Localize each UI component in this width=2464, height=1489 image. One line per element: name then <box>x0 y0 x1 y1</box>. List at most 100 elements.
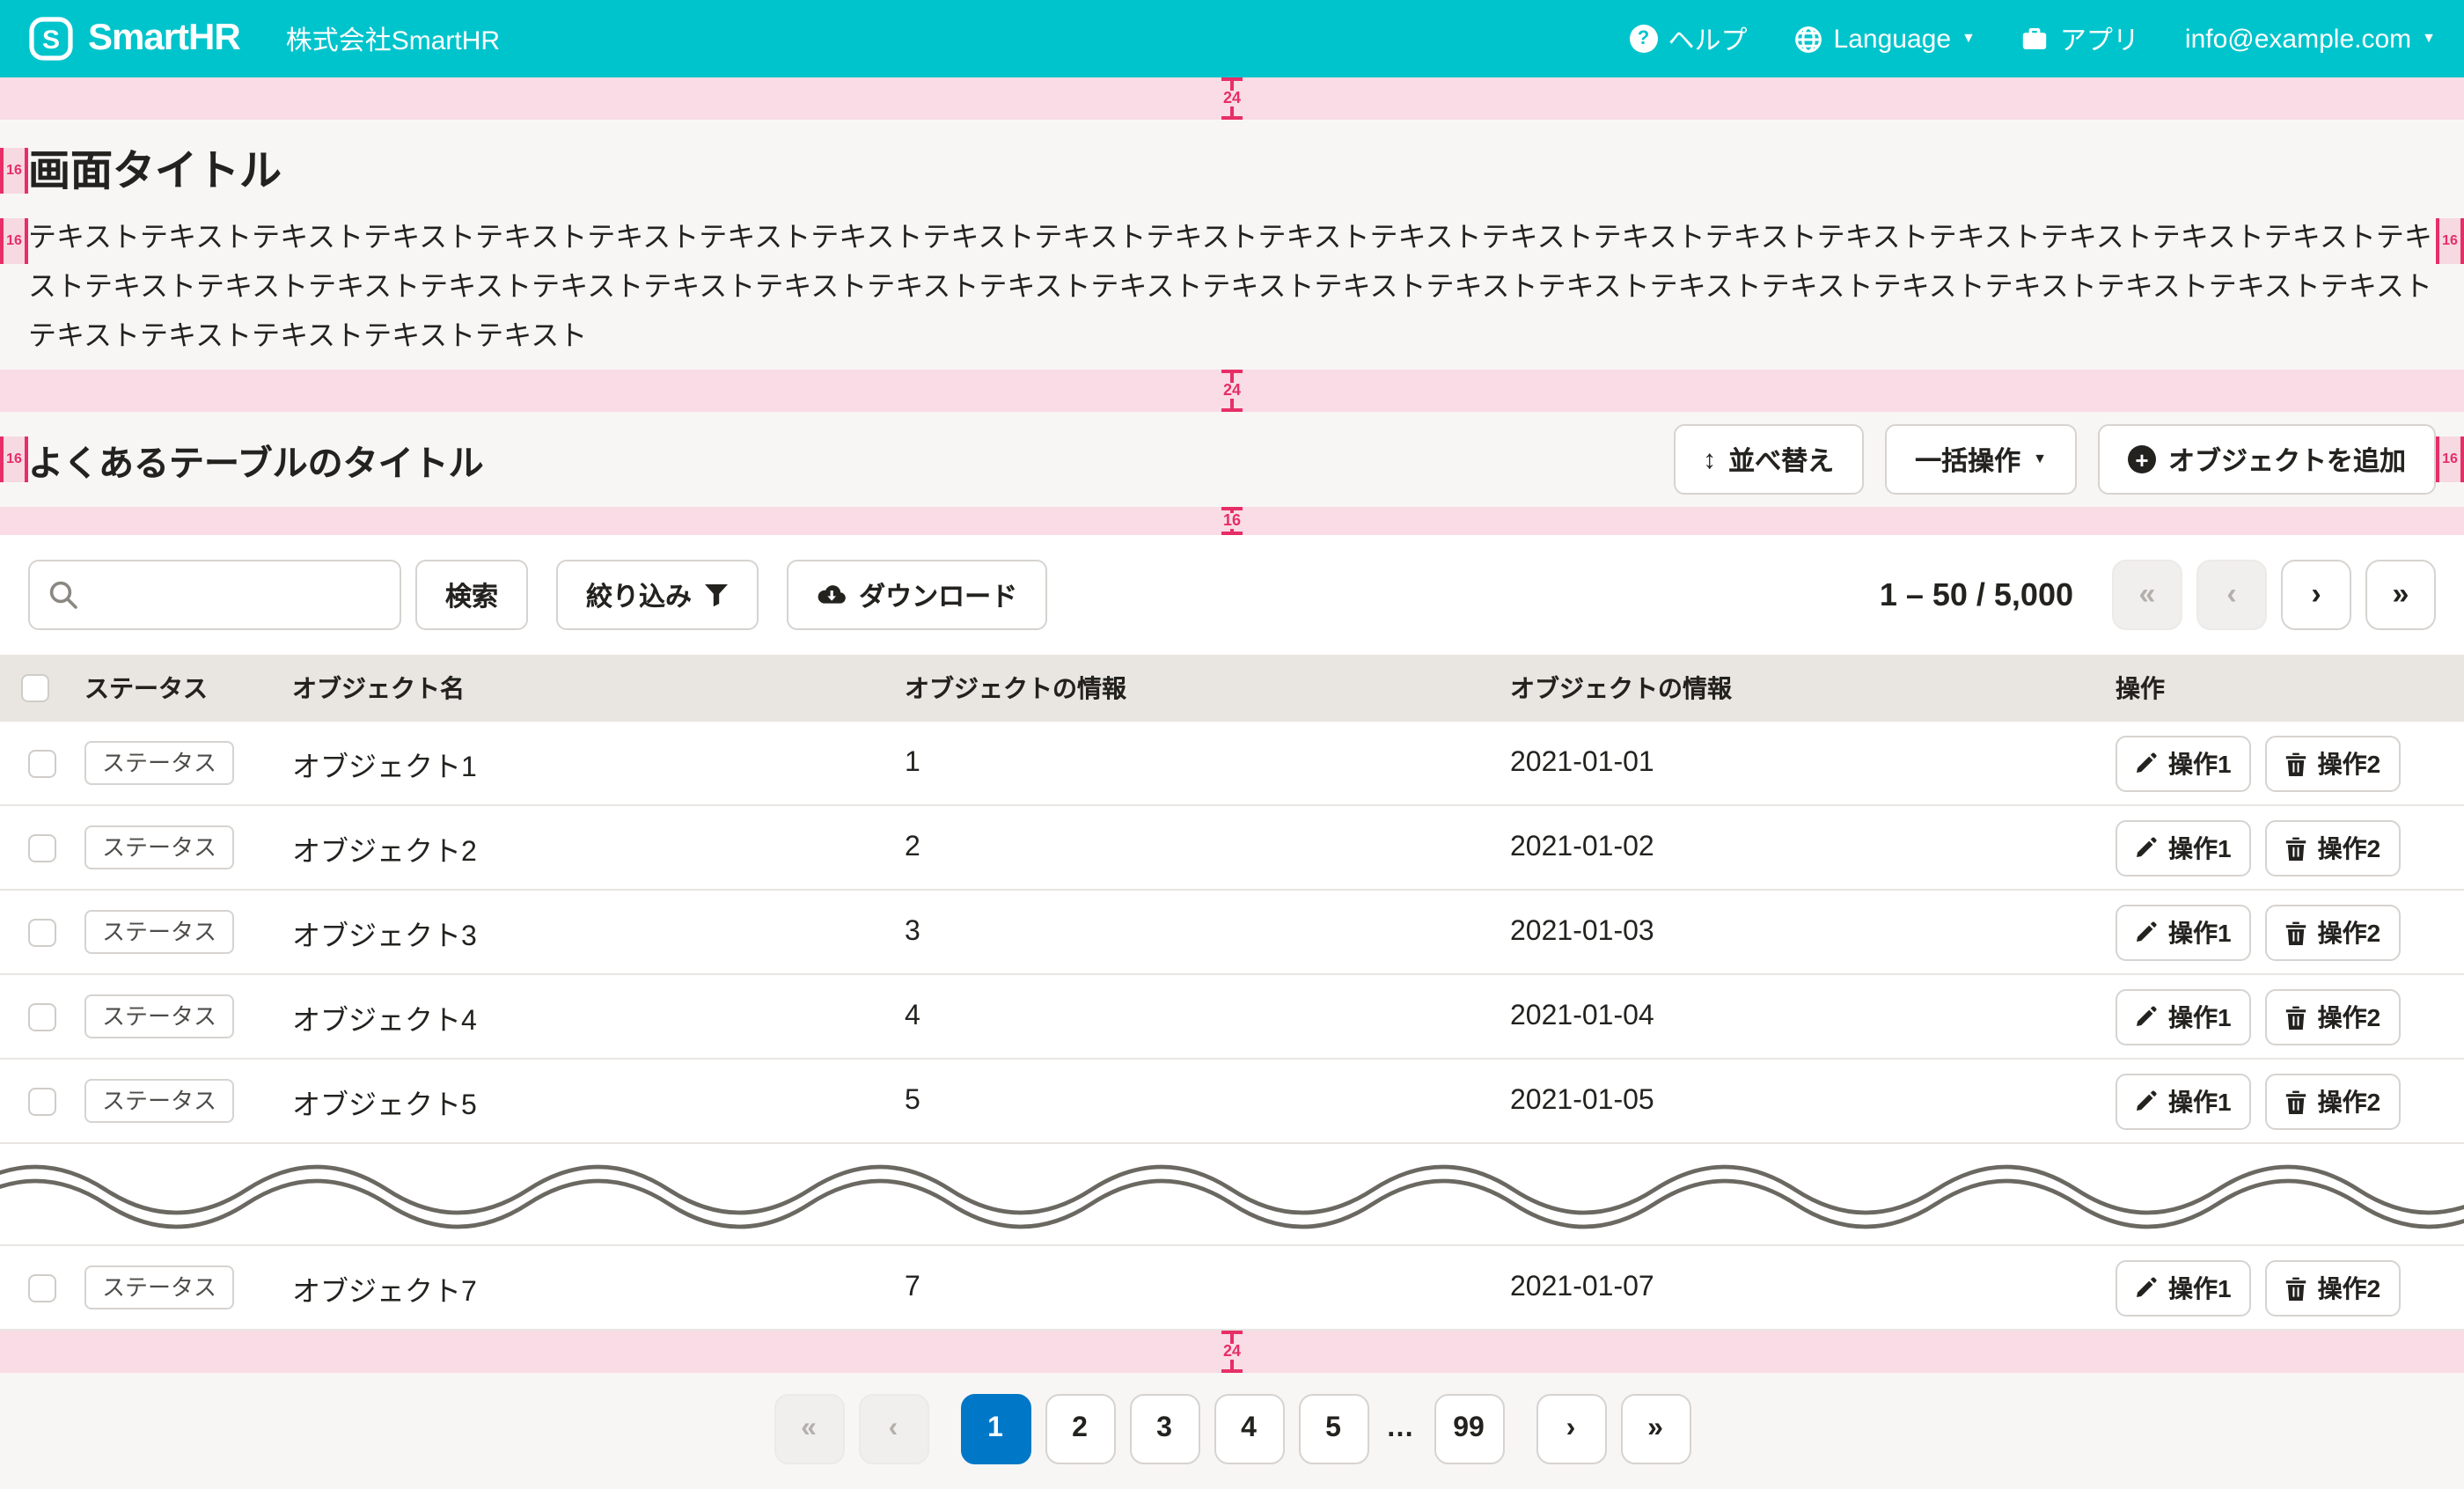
page-button-5[interactable]: 5 <box>1298 1394 1368 1464</box>
smarthr-logo[interactable]: S SmartHR <box>28 16 240 62</box>
spacing-band-16: 16 <box>0 507 2464 535</box>
op1-button[interactable]: 操作1 <box>2116 1259 2251 1316</box>
object-info: 7 <box>905 1272 1510 1303</box>
page-title: 画面タイトル <box>28 141 2436 204</box>
next-page-button[interactable]: › <box>1536 1394 1606 1464</box>
op2-button[interactable]: 操作2 <box>2265 819 2401 876</box>
download-label: ダウンロード <box>859 576 1017 613</box>
spacing-band-24: 24 <box>0 77 2464 120</box>
page: S SmartHR 株式会社SmartHR ? ヘルプ Language ▼ <box>0 0 2464 1426</box>
bottom-pagination: « ‹ 1 2 3 4 5 … 99 › » <box>0 1373 2464 1489</box>
op1-label: 操作1 <box>2168 1270 2232 1305</box>
search-button[interactable]: 検索 <box>415 560 528 630</box>
op1-button[interactable]: 操作1 <box>2116 819 2251 876</box>
pencil-icon <box>2135 1005 2158 1028</box>
op2-button[interactable]: 操作2 <box>2265 1073 2401 1129</box>
table-header-row: ステータス オブジェクト名 オブジェクトの情報 オブジェクトの情報 操作 <box>0 655 2464 722</box>
row-checkbox[interactable] <box>28 1002 56 1031</box>
account-dropdown[interactable]: info@example.com ▼ <box>2185 24 2436 54</box>
pencil-icon <box>2135 1276 2158 1299</box>
table-toolbar: 検索 絞り込み ダウンロード 1 – 50 / 5,000 « ‹ › <box>0 535 2464 655</box>
op2-button[interactable]: 操作2 <box>2265 1259 2401 1316</box>
object-date: 2021-01-04 <box>1510 1001 2116 1032</box>
prev-page-button[interactable]: ‹ <box>858 1394 928 1464</box>
apps-link[interactable]: アプリ <box>2021 20 2139 57</box>
op1-button[interactable]: 操作1 <box>2116 904 2251 960</box>
svg-text:S: S <box>42 26 60 55</box>
op1-button[interactable]: 操作1 <box>2116 1073 2251 1129</box>
column-header-name: オブジェクト名 <box>292 671 905 706</box>
filter-label: 絞り込み <box>586 576 692 613</box>
row-checkbox[interactable] <box>28 1087 56 1115</box>
page-button-3[interactable]: 3 <box>1129 1394 1199 1464</box>
table-actions: ↕ 並べ替え 一括操作 ▼ + オブジェクトを追加 <box>1673 424 2436 495</box>
column-header-info2: オブジェクトの情報 <box>1510 671 2116 706</box>
table-row: ステータス オブジェクト5 5 2021-01-05 操作1 操作2 <box>0 1060 2464 1144</box>
column-header-info1: オブジェクトの情報 <box>905 671 1510 706</box>
bulk-action-button[interactable]: 一括操作 ▼ <box>1885 424 2077 495</box>
op2-button[interactable]: 操作2 <box>2265 735 2401 791</box>
page-button-2[interactable]: 2 <box>1045 1394 1115 1464</box>
sort-label: 並べ替え <box>1728 441 1834 478</box>
prev-page-button[interactable]: ‹ <box>2196 560 2267 630</box>
header-nav: ? ヘルプ Language ▼ アプリ <box>1630 20 2437 57</box>
status-badge: ステータス <box>84 825 234 869</box>
trash-icon <box>2284 1004 2307 1029</box>
spacing-band-24: 24 <box>0 1331 2464 1373</box>
object-name: オブジェクト4 <box>292 995 905 1038</box>
row-checkbox[interactable] <box>28 749 56 777</box>
object-date: 2021-01-05 <box>1510 1085 2116 1117</box>
search-icon <box>48 579 79 611</box>
op1-label: 操作1 <box>2168 1083 2232 1119</box>
add-label: オブジェクトを追加 <box>2168 441 2406 478</box>
sort-button[interactable]: ↕ 並べ替え <box>1673 424 1864 495</box>
op2-label: 操作2 <box>2318 745 2381 781</box>
margin-annotation-right: 16 <box>2436 218 2464 264</box>
language-dropdown[interactable]: Language ▼ <box>1793 24 1976 54</box>
chevron-down-icon: ▼ <box>2033 452 2047 466</box>
op2-button[interactable]: 操作2 <box>2265 904 2401 960</box>
help-link[interactable]: ? ヘルプ <box>1630 20 1748 57</box>
row-checkbox[interactable] <box>28 833 56 862</box>
column-header-ops: 操作 <box>2116 671 2464 706</box>
search-input[interactable] <box>28 560 401 630</box>
last-page-button[interactable]: » <box>2365 560 2436 630</box>
object-date: 2021-01-03 <box>1510 916 2116 948</box>
op1-label: 操作1 <box>2168 914 2232 950</box>
last-page-button[interactable]: » <box>1620 1394 1690 1464</box>
spacing-ruler: 24 <box>1216 77 1248 120</box>
op1-button[interactable]: 操作1 <box>2116 988 2251 1045</box>
filter-button[interactable]: 絞り込み <box>556 560 759 630</box>
first-page-button[interactable]: « <box>2112 560 2182 630</box>
page-button-99[interactable]: 99 <box>1434 1394 1504 1464</box>
op1-label: 操作1 <box>2168 830 2232 865</box>
brand-name: SmartHR <box>88 18 240 60</box>
add-object-button[interactable]: + オブジェクトを追加 <box>2098 424 2436 495</box>
object-info: 2 <box>905 832 1510 863</box>
table-row: ステータス オブジェクト3 3 2021-01-03 操作1 操作2 <box>0 891 2464 975</box>
row-checkbox[interactable] <box>28 1273 56 1302</box>
row-checkbox[interactable] <box>28 918 56 946</box>
first-page-button[interactable]: « <box>774 1394 844 1464</box>
help-icon: ? <box>1630 25 1658 53</box>
table-row: ステータス オブジェクト1 1 2021-01-01 操作1 操作2 <box>0 722 2464 806</box>
select-all-checkbox[interactable] <box>21 674 49 702</box>
page-button-4[interactable]: 4 <box>1214 1394 1284 1464</box>
page-button-1[interactable]: 1 <box>960 1394 1030 1464</box>
next-page-button[interactable]: › <box>2281 560 2351 630</box>
status-badge: ステータス <box>84 1078 234 1123</box>
spacing-band-24: 24 <box>0 370 2464 412</box>
status-badge: ステータス <box>84 740 234 785</box>
pencil-icon <box>2135 921 2158 943</box>
op1-button[interactable]: 操作1 <box>2116 735 2251 791</box>
chevron-down-icon: ▼ <box>2422 32 2436 46</box>
op2-label: 操作2 <box>2318 830 2381 865</box>
op2-button[interactable]: 操作2 <box>2265 988 2401 1045</box>
table-card: 検索 絞り込み ダウンロード 1 – 50 / 5,000 « ‹ › <box>0 535 2464 1331</box>
briefcase-icon <box>2021 25 2050 53</box>
status-badge: ステータス <box>84 909 234 954</box>
margin-annotation-left: 16 <box>0 436 28 482</box>
sort-icon: ↕ <box>1703 444 1716 474</box>
margin-annotation-left: 16 <box>0 148 28 194</box>
download-button[interactable]: ダウンロード <box>787 560 1047 630</box>
